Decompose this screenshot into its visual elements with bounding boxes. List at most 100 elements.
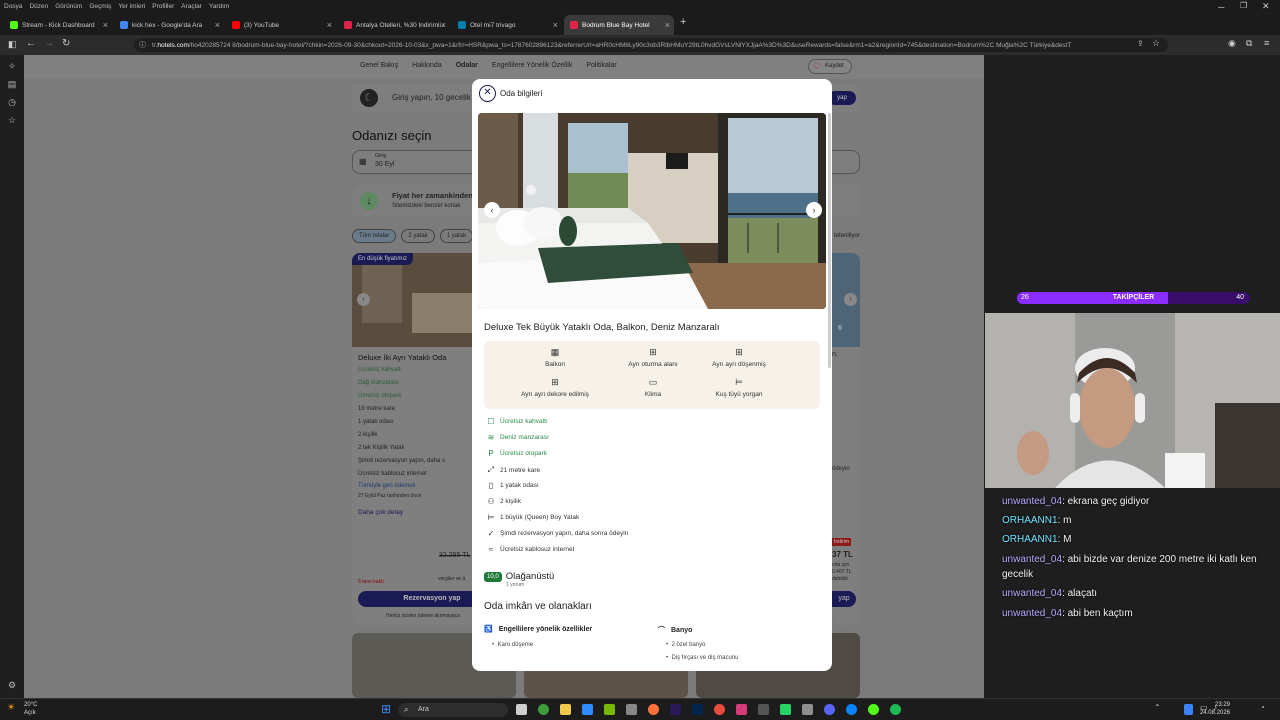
discord-icon[interactable] — [824, 704, 835, 715]
close-icon[interactable]: ✕ — [479, 85, 496, 102]
photoshop-icon[interactable] — [692, 704, 703, 715]
menu-item[interactable]: Araçlar — [181, 3, 202, 10]
modal-scrollbar[interactable] — [828, 113, 831, 368]
whatsapp-icon[interactable] — [780, 704, 791, 715]
file-explorer-icon[interactable] — [560, 704, 571, 715]
room-filter-chip[interactable]: Tüm odalar — [352, 229, 397, 243]
chat-username[interactable]: unwanted_04 — [1002, 554, 1062, 565]
obs-icon[interactable] — [868, 704, 879, 715]
site-info-icon[interactable]: ⓘ — [139, 40, 146, 50]
browser-tab[interactable]: kick hex - Google'da Ara × — [114, 15, 224, 35]
spotify-icon[interactable] — [890, 704, 901, 715]
menu-item[interactable]: Geçmiş — [89, 3, 111, 10]
edge-icon[interactable] — [846, 704, 857, 715]
app3-icon[interactable] — [802, 704, 813, 715]
browser-tab[interactable]: Stream - Kick Dashboard × — [4, 15, 112, 35]
card1-prev-icon[interactable]: ‹ — [357, 293, 370, 306]
tab-close-icon[interactable]: × — [441, 20, 446, 30]
tab-close-icon[interactable]: × — [665, 20, 670, 30]
card3-next-icon[interactable]: › — [844, 293, 857, 306]
tab-close-icon[interactable]: × — [103, 20, 108, 30]
tab-close-icon[interactable]: × — [327, 20, 332, 30]
sidebar-toggle-icon[interactable]: ◧ — [8, 39, 17, 50]
page-nav-item[interactable]: Politikalar — [586, 62, 616, 69]
room-title: Deluxe Tek Büyük Yataklı Oda, Balkon, De… — [484, 322, 720, 333]
chat-username[interactable]: ORHAANN1 — [1002, 515, 1058, 526]
photo-prev-icon[interactable]: ‹ — [484, 202, 500, 218]
page-nav-item[interactable]: Genel Bakış — [360, 62, 398, 69]
browser-tab[interactable]: Otel mi7 trivago × — [452, 15, 562, 35]
rating: 10,0 Olağanüstü — [484, 571, 554, 582]
windows-start-icon[interactable]: ⊞ — [381, 702, 391, 716]
app-icon[interactable] — [626, 704, 637, 715]
rating-word: Olağanüstü — [505, 571, 555, 582]
xbox-icon[interactable] — [538, 704, 549, 715]
room-photo-image — [478, 113, 826, 309]
profile-icon[interactable]: ◉ — [1228, 38, 1236, 49]
chat-username[interactable]: ORHAANN1 — [1002, 534, 1058, 545]
store-icon[interactable] — [582, 704, 593, 715]
reserve-button-3[interactable]: yap — [832, 591, 856, 607]
browser-tab[interactable]: (3) YouTube × — [226, 15, 336, 35]
browser-tab[interactable]: Bodrum Blue Bay Hotel × — [564, 15, 674, 35]
share-icon[interactable]: ⇪ — [1137, 39, 1144, 48]
app2-icon[interactable] — [736, 704, 747, 715]
notification-icon[interactable]: ◔ — [1260, 703, 1265, 712]
settings-gear-icon[interactable]: ⚙ — [6, 679, 18, 691]
tab-close-icon[interactable]: × — [553, 20, 558, 30]
firefox-icon[interactable] — [648, 704, 659, 715]
amenities-box: ▦ Balkon ⊞ Ayrı oturma alanı ⊞ Ayrı ayrı döşe… — [484, 341, 820, 409]
menu-item[interactable]: Yardım — [209, 3, 229, 10]
task-view-icon[interactable] — [516, 704, 527, 715]
signin-button[interactable]: yap — [828, 91, 856, 105]
minimize-icon[interactable]: ─ — [1218, 2, 1224, 12]
steam-icon[interactable] — [758, 704, 769, 715]
chat-username[interactable]: unwanted_04 — [1002, 588, 1062, 599]
bookmark-star-icon[interactable]: ☆ — [1152, 38, 1160, 49]
favorites-icon[interactable]: ☆ — [6, 114, 18, 126]
page-nav-item[interactable]: Engellilere Yönelik Özellik — [492, 62, 572, 69]
photo-next-icon[interactable]: › — [806, 202, 822, 218]
nvidia-icon[interactable] — [604, 704, 615, 715]
browser-tab[interactable]: Antalya Otelleri, %30 İndirimli A × — [338, 15, 450, 35]
taskbar-search[interactable]: ⌕ Ara — [398, 703, 508, 717]
old-price: 32.255 TL — [439, 552, 471, 559]
menu-item[interactable]: Dosya — [4, 3, 22, 10]
forward-icon[interactable]: → — [44, 38, 54, 49]
menu-item[interactable]: Profiller — [152, 3, 174, 10]
save-button[interactable]: ♡ Kaydet — [808, 59, 852, 74]
premiere-icon[interactable] — [670, 704, 681, 715]
wallet-icon[interactable]: ▤ — [6, 78, 18, 90]
page-nav-item[interactable]: Odalar — [456, 62, 478, 69]
new-tab-button[interactable]: + — [680, 16, 686, 28]
amenity-item: ⊞ Ayrı ayrı döşenmiş — [694, 347, 784, 368]
close-window-icon[interactable]: ✕ — [1262, 1, 1270, 12]
chat-username[interactable]: unwanted_04 — [1002, 608, 1062, 619]
reload-icon[interactable]: ↻ — [62, 38, 70, 49]
back-icon[interactable]: ← — [26, 38, 36, 49]
menu-item[interactable]: Düzen — [29, 3, 48, 10]
room-filter-chip[interactable]: 2 yatak — [401, 229, 435, 243]
room-filter-chip[interactable]: 1 yatak — [439, 229, 474, 243]
card1-feature: 1 yatak odası — [358, 419, 394, 425]
ai-icon[interactable]: ✧ — [6, 60, 18, 72]
chat-username[interactable]: unwanted_04 — [1002, 496, 1062, 507]
tray-app-icon[interactable] — [1184, 704, 1193, 715]
balcony-icon: ▦ — [550, 347, 560, 357]
page-nav-item[interactable]: Hakkında — [412, 62, 442, 69]
tray-chevron-icon[interactable]: ⌃ — [1154, 703, 1161, 712]
menu-icon[interactable]: ≡ — [1264, 38, 1269, 48]
address-bar[interactable]: ⓘ tr. hotels.com/ho420285724 8/bodrum-blu… — [134, 38, 1168, 52]
amenity-item: ⊨ Kuş tüyü yorgan — [694, 377, 784, 398]
more-details-link[interactable]: Daha çok detay — [358, 509, 403, 516]
extensions-icon[interactable]: ⧉ — [1246, 38, 1252, 49]
room-feature-label: 21 metre kare — [500, 466, 541, 474]
menu-item[interactable]: Yer imleri — [118, 3, 145, 10]
menu-item[interactable]: Görünüm — [55, 3, 82, 10]
clock[interactable]: 23:29 24.08.2026 — [1200, 701, 1230, 717]
tab-close-icon[interactable]: × — [215, 20, 220, 30]
history-icon[interactable]: ◷ — [6, 96, 18, 108]
chrome-icon[interactable] — [714, 704, 725, 715]
maximize-icon[interactable]: ❐ — [1240, 1, 1247, 10]
weather-widget[interactable]: ☀ 20°C Açık — [7, 701, 37, 717]
